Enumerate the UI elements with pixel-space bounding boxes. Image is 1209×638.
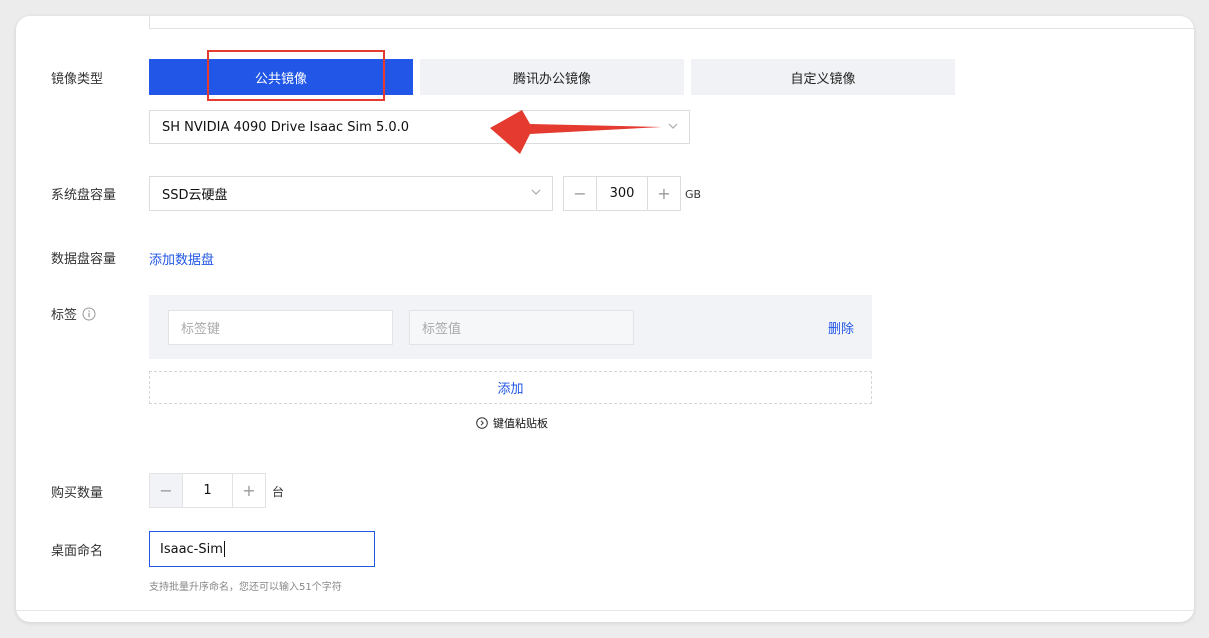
- image-type-label: 镜像类型: [51, 72, 104, 87]
- section-divider: [16, 610, 1194, 611]
- tags-label: 标签: [51, 308, 78, 323]
- desktop-name-hint: 支持批量升序命名，您还可以输入51个字符: [149, 582, 342, 593]
- system-disk-unit: GB: [685, 188, 702, 201]
- system-disk-size-stepper[interactable]: − 300 +: [563, 176, 681, 211]
- decrease-button[interactable]: −: [564, 177, 596, 210]
- system-disk-size-value[interactable]: 300: [596, 177, 648, 210]
- quantity-value[interactable]: 1: [182, 474, 233, 507]
- tag-row-panel: 标签键 标签值 删除: [149, 295, 872, 359]
- system-disk-label: 系统盘容量: [51, 188, 117, 203]
- add-tag-button[interactable]: 添加: [149, 371, 872, 404]
- chevron-down-icon: [668, 123, 678, 129]
- desktop-name-value: Isaac-Sim: [160, 541, 223, 557]
- info-circle-icon[interactable]: [82, 307, 96, 321]
- previous-section-edge: [149, 16, 1194, 29]
- chevron-down-icon: [531, 189, 541, 195]
- decrease-button[interactable]: −: [150, 474, 182, 507]
- increase-button[interactable]: +: [233, 474, 265, 507]
- add-data-disk-link[interactable]: 添加数据盘: [149, 249, 214, 268]
- delete-tag-link[interactable]: 删除: [828, 318, 854, 337]
- desktop-name-input[interactable]: Isaac-Sim: [149, 531, 375, 567]
- image-select-value: SH NVIDIA 4090 Drive Isaac Sim 5.0.0: [162, 119, 410, 135]
- image-select[interactable]: SH NVIDIA 4090 Drive Isaac Sim 5.0.0: [149, 110, 690, 144]
- tags-label-group: 标签: [51, 304, 96, 323]
- tag-key-input[interactable]: 标签键: [168, 310, 393, 345]
- system-disk-type-value: SSD云硬盘: [162, 188, 228, 203]
- increase-button[interactable]: +: [648, 177, 680, 210]
- quantity-stepper[interactable]: − 1 +: [149, 473, 266, 508]
- clipboard-toggle[interactable]: 键值粘贴板: [476, 415, 548, 431]
- quantity-unit: 台: [272, 485, 285, 499]
- data-disk-label: 数据盘容量: [51, 252, 117, 267]
- config-form-card: 镜像类型 公共镜像 腾讯办公镜像 自定义镜像 SH NVIDIA 4090 Dr…: [16, 16, 1194, 622]
- clipboard-label: 键值粘贴板: [493, 417, 548, 430]
- desktop-name-label: 桌面命名: [51, 544, 104, 559]
- system-disk-type-select[interactable]: SSD云硬盘: [149, 176, 553, 211]
- tag-value-input[interactable]: 标签值: [409, 310, 634, 345]
- text-cursor: [223, 541, 225, 557]
- tab-custom-image[interactable]: 自定义镜像: [691, 59, 955, 95]
- chevron-right-circle-icon: [476, 417, 488, 429]
- tab-tencent-office-image[interactable]: 腾讯办公镜像: [420, 59, 684, 95]
- tab-public-image[interactable]: 公共镜像: [149, 59, 413, 95]
- quantity-label: 购买数量: [51, 486, 104, 501]
